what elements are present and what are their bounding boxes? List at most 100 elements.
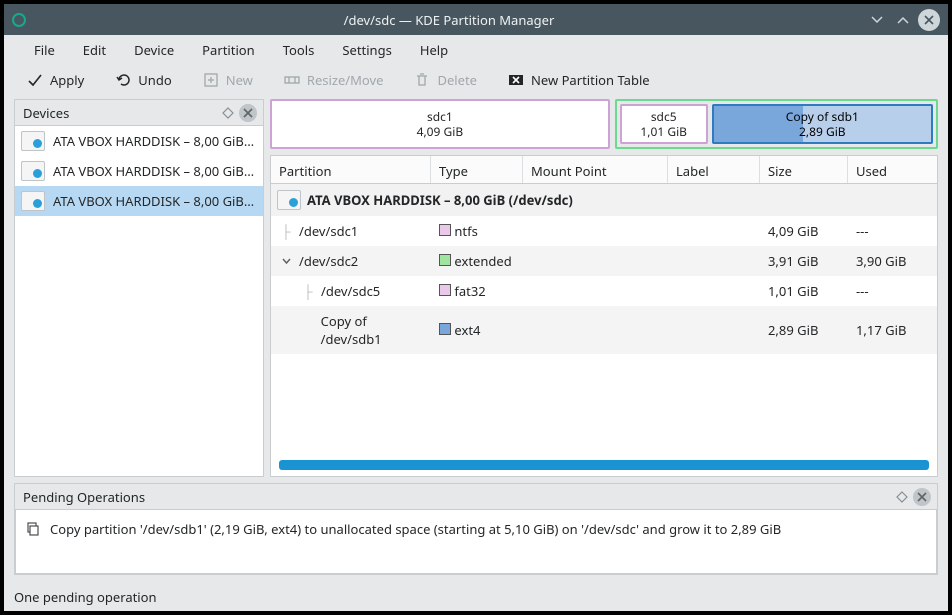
devices-close-icon[interactable] xyxy=(239,104,257,122)
pending-panel: Pending Operations Copy partition '/dev/… xyxy=(14,483,938,575)
menu-settings[interactable]: Settings xyxy=(328,36,405,64)
new-table-label: New Partition Table xyxy=(531,71,650,89)
menu-help[interactable]: Help xyxy=(406,36,462,64)
device-label: ATA VBOX HARDDISK – 8,00 GiB ... xyxy=(53,132,257,150)
partition-type: ext4 xyxy=(454,321,480,339)
status-text: One pending operation xyxy=(14,588,157,606)
device-row[interactable]: ATA VBOX HARDDISK – 8,00 GiB ... xyxy=(15,186,263,216)
menu-device[interactable]: Device xyxy=(120,36,188,64)
disk-icon xyxy=(277,190,301,210)
apply-label: Apply xyxy=(50,71,84,89)
window-minimize-button[interactable] xyxy=(866,9,888,31)
new-table-button[interactable]: New Partition Table xyxy=(497,67,660,93)
devices-panel: Devices ATA VBOX HARDDISK – 8,00 GiB ... xyxy=(14,99,264,477)
partmap-sdb1-size: 2,89 GiB xyxy=(799,124,846,139)
new-label: New xyxy=(226,71,253,89)
pending-detach-icon[interactable] xyxy=(893,488,911,506)
col-size[interactable]: Size xyxy=(760,156,848,183)
partition-table-header: Partition Type Mount Point Label Size Us… xyxy=(271,156,937,184)
devices-list: ATA VBOX HARDDISK – 8,00 GiB ... ATA VBO… xyxy=(15,126,263,476)
delete-label: Delete xyxy=(437,71,477,89)
partition-name: /dev/sdc1 xyxy=(299,222,358,240)
disk-title: ATA VBOX HARDDISK – 8,00 GiB (/dev/sdc) xyxy=(307,191,573,209)
undo-button[interactable]: Undo xyxy=(104,67,181,93)
partition-used: --- xyxy=(848,278,937,304)
partition-type: ntfs xyxy=(454,222,477,240)
partmap-sdc1-size: 4,09 GiB xyxy=(417,124,464,139)
chevron-down-icon[interactable] xyxy=(279,256,293,267)
device-row[interactable]: ATA VBOX HARDDISK – 8,00 GiB ... xyxy=(15,156,263,186)
device-row[interactable]: ATA VBOX HARDDISK – 8,00 GiB ... xyxy=(15,126,263,156)
partition-used: 3,90 GiB xyxy=(848,248,937,274)
undo-label: Undo xyxy=(138,71,171,89)
partition-type: fat32 xyxy=(454,282,485,300)
toolbar: Apply Undo New Resize/Move Delete New Pa… xyxy=(4,65,948,99)
partition-row[interactable]: /dev/sdc2 extended 3,91 GiB 3,90 GiB xyxy=(271,246,937,276)
partmap-sdc5-size: 1,01 GiB xyxy=(640,124,687,139)
resize-button: Resize/Move xyxy=(273,67,394,93)
partition-used: 1,17 GiB xyxy=(848,317,937,343)
col-label[interactable]: Label xyxy=(668,156,760,183)
partition-row[interactable]: ├ /dev/sdc5 fat32 1,01 GiB --- xyxy=(271,276,937,306)
window-close-button[interactable] xyxy=(918,9,940,31)
fs-color-icon xyxy=(439,323,451,335)
partition-name: /dev/sdc5 xyxy=(321,282,380,300)
window-maximize-button[interactable] xyxy=(892,9,914,31)
disk-header-row[interactable]: ATA VBOX HARDDISK – 8,00 GiB (/dev/sdc) xyxy=(271,184,937,216)
device-label: ATA VBOX HARDDISK – 8,00 GiB ... xyxy=(53,162,257,180)
col-type[interactable]: Type xyxy=(431,156,523,183)
partition-name: /dev/sdc2 xyxy=(299,252,358,270)
partmap-sdb1-name: Copy of sdb1 xyxy=(786,109,859,124)
col-used[interactable]: Used xyxy=(848,156,937,183)
partition-name: Copy of /dev/sdb1 xyxy=(321,312,423,348)
menu-partition[interactable]: Partition xyxy=(188,36,269,64)
copy-icon xyxy=(24,520,42,538)
disk-icon xyxy=(21,131,45,151)
devices-panel-title: Devices xyxy=(23,104,217,122)
app-icon xyxy=(12,13,26,27)
menubar: File Edit Device Partition Tools Setting… xyxy=(4,35,948,65)
partition-row[interactable]: ├ /dev/sdc1 ntfs 4,09 GiB --- xyxy=(271,216,937,246)
devices-detach-icon[interactable] xyxy=(219,104,237,122)
fs-color-icon xyxy=(439,254,451,266)
partition-row[interactable]: Copy of /dev/sdb1 ext4 2,89 GiB 1,17 GiB xyxy=(271,306,937,354)
delete-button: Delete xyxy=(403,67,487,93)
pending-close-icon[interactable] xyxy=(913,488,931,506)
window: /dev/sdc — KDE Partition Manager File Ed… xyxy=(4,4,948,611)
menu-edit[interactable]: Edit xyxy=(69,36,120,64)
fs-color-icon xyxy=(439,284,451,296)
disk-icon xyxy=(21,191,45,211)
menu-file[interactable]: File xyxy=(20,36,69,64)
partition-size: 1,01 GiB xyxy=(760,278,848,304)
disk-icon xyxy=(21,161,45,181)
partition-map: sdc1 4,09 GiB sdc5 1,01 GiB Copy of sdb1… xyxy=(270,99,938,149)
col-mount[interactable]: Mount Point xyxy=(523,156,668,183)
partition-type: extended xyxy=(454,252,511,270)
partition-size: 2,89 GiB xyxy=(760,317,848,343)
pending-panel-title: Pending Operations xyxy=(23,488,891,506)
status-bar: One pending operation xyxy=(4,583,948,611)
partition-table: Partition Type Mount Point Label Size Us… xyxy=(270,155,938,477)
partmap-sdc5[interactable]: sdc5 1,01 GiB xyxy=(620,104,708,144)
partmap-copy-sdb1[interactable]: Copy of sdb1 2,89 GiB xyxy=(712,104,933,144)
partmap-extended[interactable]: sdc5 1,01 GiB Copy of sdb1 2,89 GiB xyxy=(615,99,938,149)
window-title: /dev/sdc — KDE Partition Manager xyxy=(36,11,862,29)
partmap-sdc1[interactable]: sdc1 4,09 GiB xyxy=(270,99,610,149)
titlebar[interactable]: /dev/sdc — KDE Partition Manager xyxy=(4,4,948,35)
partition-size: 3,91 GiB xyxy=(760,248,848,274)
menu-tools[interactable]: Tools xyxy=(269,36,329,64)
pending-operation-row[interactable]: Copy partition '/dev/sdb1' (2,19 GiB, ex… xyxy=(20,514,932,544)
partition-size: 4,09 GiB xyxy=(760,218,848,244)
partmap-sdc5-name: sdc5 xyxy=(651,109,677,124)
selection-bar xyxy=(279,460,929,470)
col-partition[interactable]: Partition xyxy=(271,156,431,183)
tree-branch-icon: ├ xyxy=(279,222,293,240)
apply-button[interactable]: Apply xyxy=(16,67,94,93)
partition-used: --- xyxy=(848,218,937,244)
new-button: New xyxy=(192,67,263,93)
partmap-sdc1-name: sdc1 xyxy=(427,109,453,124)
resize-label: Resize/Move xyxy=(307,71,384,89)
device-label: ATA VBOX HARDDISK – 8,00 GiB ... xyxy=(53,192,257,210)
pending-operation-text: Copy partition '/dev/sdb1' (2,19 GiB, ex… xyxy=(50,520,781,538)
tree-branch-icon: ├ xyxy=(301,282,315,300)
